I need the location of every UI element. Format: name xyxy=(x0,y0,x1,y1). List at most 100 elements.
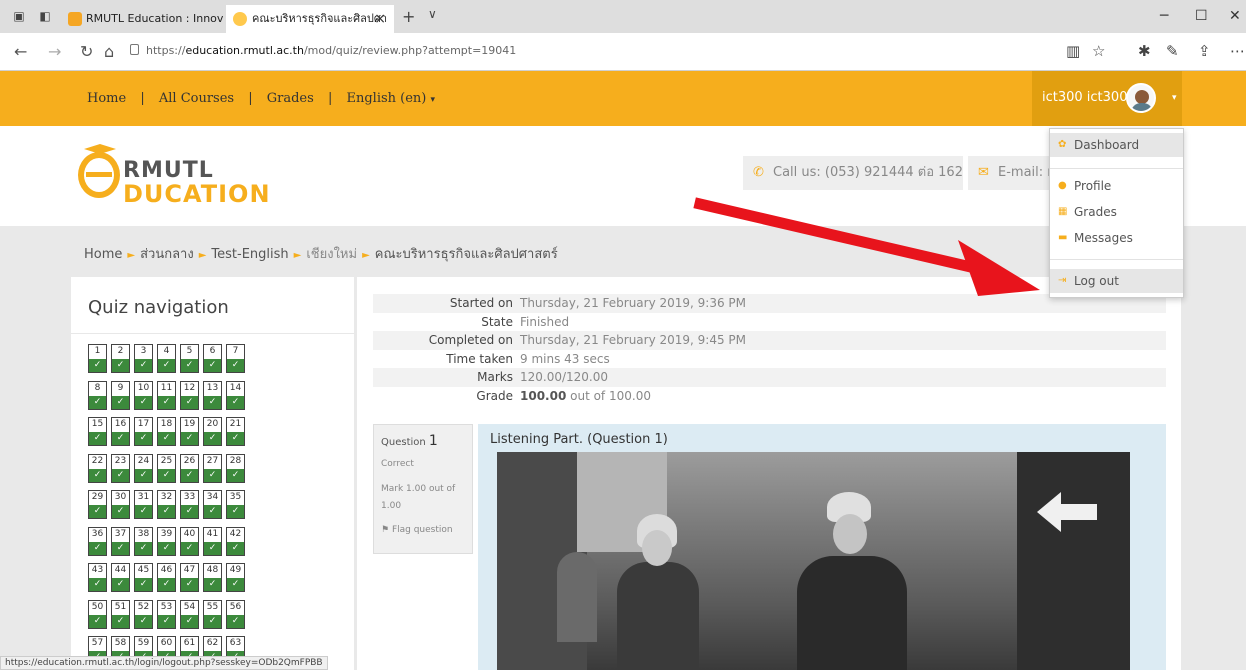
quiz-question-button[interactable]: 42 ✓ xyxy=(226,526,245,556)
minimize-icon[interactable]: ─ xyxy=(1160,8,1168,24)
user-menu-toggle[interactable]: ict300 ict300 ▾ xyxy=(1032,71,1182,126)
quiz-question-button[interactable]: 29 ✓ xyxy=(88,490,107,519)
quiz-question-button[interactable]: 3 ✓ xyxy=(134,344,153,373)
share-icon[interactable]: ⇪ xyxy=(1198,42,1211,60)
quiz-question-button[interactable]: 21 ✓ xyxy=(226,417,245,446)
quiz-question-button[interactable]: 32 ✓ xyxy=(157,490,176,519)
quiz-question-button[interactable]: 36 ✓ xyxy=(88,526,107,556)
quiz-question-button[interactable]: 45 ✓ xyxy=(134,563,153,592)
quiz-question-button[interactable]: 7 ✓ xyxy=(226,344,245,373)
quiz-question-button[interactable]: 44 ✓ xyxy=(111,563,130,592)
quiz-question-button[interactable]: 49 ✓ xyxy=(226,563,245,592)
quiz-question-button[interactable]: 11 ✓ xyxy=(157,380,176,410)
breadcrumb-item[interactable]: Home xyxy=(84,247,122,262)
quiz-question-button[interactable]: 17 ✓ xyxy=(134,417,153,446)
quiz-question-button[interactable]: 52 ✓ xyxy=(134,599,153,629)
check-icon: ✓ xyxy=(227,395,244,409)
quiz-question-button[interactable]: 9 ✓ xyxy=(111,380,130,410)
quiz-question-button[interactable]: 18 ✓ xyxy=(157,417,176,446)
quiz-question-button[interactable]: 14 ✓ xyxy=(226,380,245,410)
tab-menu-chevron-icon[interactable]: ∨ xyxy=(428,7,437,21)
quiz-question-button[interactable]: 50 ✓ xyxy=(88,599,107,629)
quiz-question-button[interactable]: 28 ✓ xyxy=(226,453,245,483)
menu-item-grades[interactable]: ▦ Grades xyxy=(1050,200,1183,224)
quiz-question-button[interactable]: 8 ✓ xyxy=(88,380,107,410)
reading-view-icon[interactable]: ▥ xyxy=(1066,42,1080,60)
forward-arrow-icon[interactable]: → xyxy=(48,42,61,61)
breadcrumb-item[interactable]: เชียงใหม่ xyxy=(306,247,357,262)
nav-grades-link[interactable]: Grades xyxy=(267,91,314,106)
quiz-question-button[interactable]: 26 ✓ xyxy=(180,453,199,483)
quiz-question-button[interactable]: 41 ✓ xyxy=(203,526,222,556)
nav-home-link[interactable]: Home xyxy=(87,91,126,106)
quiz-question-button[interactable]: 37 ✓ xyxy=(111,526,130,556)
quiz-question-button[interactable]: 47 ✓ xyxy=(180,563,199,592)
quiz-question-button[interactable]: 16 ✓ xyxy=(111,417,130,446)
quiz-question-button[interactable]: 24 ✓ xyxy=(134,453,153,483)
quiz-question-button[interactable]: 10 ✓ xyxy=(134,380,153,410)
quiz-question-button[interactable]: 51 ✓ xyxy=(111,599,130,629)
quiz-question-button[interactable]: 31 ✓ xyxy=(134,490,153,519)
quiz-question-button[interactable]: 35 ✓ xyxy=(226,490,245,519)
menu-item-dashboard[interactable]: ✿ Dashboard xyxy=(1050,133,1183,157)
tab-close-icon[interactable]: × xyxy=(374,5,386,33)
more-icon[interactable]: ⋯ xyxy=(1230,42,1245,60)
check-icon: ✓ xyxy=(227,578,244,591)
home-icon[interactable]: ⌂ xyxy=(104,42,114,61)
check-icon: ✓ xyxy=(89,359,106,372)
menu-item-profile[interactable]: ● Profile xyxy=(1050,174,1183,198)
pen-icon[interactable]: ✎ xyxy=(1166,42,1179,60)
quiz-question-button[interactable]: 39 ✓ xyxy=(157,526,176,556)
favorites-hub-icon[interactable]: ✱ xyxy=(1138,42,1151,60)
quiz-question-button[interactable]: 46 ✓ xyxy=(157,563,176,592)
rmutl-education-logo[interactable]: RMUTL DUCATION xyxy=(78,140,270,210)
browser-tab-quiz[interactable]: คณะบริหารธุรกิจและศิลปศา × xyxy=(226,5,394,33)
quiz-question-button[interactable]: 27 ✓ xyxy=(203,453,222,483)
menu-item-messages[interactable]: ▬ Messages xyxy=(1050,226,1183,250)
quiz-question-button[interactable]: 43 ✓ xyxy=(88,563,107,592)
quiz-question-button[interactable]: 54 ✓ xyxy=(180,599,199,629)
quiz-question-button[interactable]: 34 ✓ xyxy=(203,490,222,519)
quiz-question-button[interactable]: 25 ✓ xyxy=(157,453,176,483)
close-window-icon[interactable]: ✕ xyxy=(1229,8,1241,24)
nav-language-dropdown[interactable]: English (en) ▾ xyxy=(346,91,435,106)
quiz-question-button[interactable]: 22 ✓ xyxy=(88,453,107,483)
quiz-question-button[interactable]: 20 ✓ xyxy=(203,417,222,446)
favorite-star-icon[interactable]: ☆ xyxy=(1092,42,1105,60)
email-box[interactable]: ✉ E-mail: n xyxy=(968,156,1050,190)
quiz-question-button[interactable]: 15 ✓ xyxy=(88,417,107,446)
set-aside-tabs-icon[interactable]: ◧ xyxy=(38,9,52,23)
nav-all-courses-link[interactable]: All Courses xyxy=(159,91,234,106)
breadcrumb-item[interactable]: ส่วนกลาง xyxy=(140,247,194,262)
url-field[interactable]: https://education.rmutl.ac.th/mod/quiz/r… xyxy=(146,44,516,57)
quiz-question-button[interactable]: 13 ✓ xyxy=(203,380,222,410)
quiz-question-button[interactable]: 4 ✓ xyxy=(157,344,176,373)
back-arrow-icon[interactable]: ← xyxy=(14,42,27,61)
quiz-question-button[interactable]: 33 ✓ xyxy=(180,490,199,519)
quiz-question-button[interactable]: 19 ✓ xyxy=(180,417,199,446)
refresh-icon[interactable]: ↻ xyxy=(80,42,93,61)
quiz-question-button[interactable]: 53 ✓ xyxy=(157,599,176,629)
breadcrumb-item[interactable]: คณะบริหารธุรกิจและศิลปศาสตร์ xyxy=(375,247,558,262)
quiz-question-button[interactable]: 5 ✓ xyxy=(180,344,199,373)
quiz-question-button[interactable]: 23 ✓ xyxy=(111,453,130,483)
quiz-question-button[interactable]: 40 ✓ xyxy=(180,526,199,556)
quiz-question-button[interactable]: 30 ✓ xyxy=(111,490,130,519)
question-button-number: 59 xyxy=(137,638,150,648)
maximize-icon[interactable]: ☐ xyxy=(1195,8,1208,24)
user-caret-icon: ▾ xyxy=(1172,93,1177,103)
quiz-question-button[interactable]: 56 ✓ xyxy=(226,599,245,629)
tab-actions-icon[interactable]: ▣ xyxy=(12,9,26,23)
quiz-question-button[interactable]: 2 ✓ xyxy=(111,344,130,373)
new-tab-button[interactable]: + xyxy=(402,7,415,26)
quiz-question-button[interactable]: 12 ✓ xyxy=(180,380,199,410)
browser-tab-rmutl[interactable]: RMUTL Education : Innovati xyxy=(62,5,224,33)
quiz-question-button[interactable]: 55 ✓ xyxy=(203,599,222,629)
quiz-question-button[interactable]: 48 ✓ xyxy=(203,563,222,592)
breadcrumb-item[interactable]: Test-English xyxy=(211,247,288,262)
quiz-question-button[interactable]: 6 ✓ xyxy=(203,344,222,373)
quiz-question-button[interactable]: 1 ✓ xyxy=(88,344,107,373)
flag-question-link[interactable]: ⚑ Flag question xyxy=(381,525,465,535)
menu-item-log-out[interactable]: ⇥ Log out xyxy=(1050,269,1183,293)
quiz-question-button[interactable]: 38 ✓ xyxy=(134,526,153,556)
